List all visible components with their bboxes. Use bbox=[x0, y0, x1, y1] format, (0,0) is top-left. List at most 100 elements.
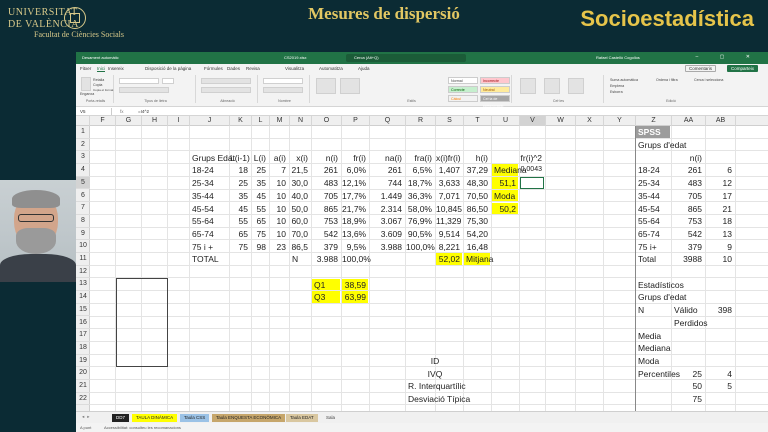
table-header-cell[interactable]: fr(i) bbox=[342, 152, 368, 164]
table-cell[interactable]: 379 bbox=[312, 241, 340, 253]
table-cell[interactable]: 58,0% bbox=[406, 203, 434, 215]
column-header[interactable]: N bbox=[290, 116, 312, 126]
column-header[interactable]: M bbox=[270, 116, 290, 126]
column-header[interactable]: O bbox=[312, 116, 342, 126]
fx-icon[interactable]: fx bbox=[120, 108, 124, 115]
spss-category[interactable]: 75 i+ bbox=[636, 241, 670, 253]
n-label[interactable]: N bbox=[290, 253, 310, 265]
spss-percent[interactable]: 9 bbox=[706, 241, 734, 253]
table-cell[interactable]: 11,329 bbox=[436, 215, 462, 227]
column-header[interactable]: I bbox=[168, 116, 190, 126]
sheet-tab[interactable]: Taula EDAT bbox=[286, 414, 318, 422]
table-header-cell[interactable]: x(i) bbox=[290, 152, 310, 164]
sort-filter-button[interactable]: Ordena i filtra bbox=[656, 78, 678, 82]
spss-category[interactable]: 35-44 bbox=[636, 190, 670, 202]
table-cell[interactable]: 65-74 bbox=[190, 228, 228, 240]
row-header[interactable]: 19 bbox=[76, 355, 90, 368]
table-cell[interactable]: 100,0% bbox=[406, 241, 435, 253]
table-cell[interactable]: 18,7% bbox=[406, 177, 434, 189]
table-cell[interactable]: 18-24 bbox=[190, 164, 228, 176]
menu-tab-1[interactable]: Inici bbox=[97, 66, 106, 72]
measure-label[interactable]: ID bbox=[406, 355, 462, 367]
row-header[interactable]: 7 bbox=[76, 202, 90, 215]
column-header[interactable]: F bbox=[90, 116, 116, 126]
table-cell[interactable]: 10 bbox=[270, 177, 288, 189]
table-cell[interactable]: 6,0% bbox=[342, 164, 368, 176]
menu-tab-0[interactable]: Fitxer bbox=[80, 66, 91, 71]
spss-count[interactable]: 753 bbox=[672, 215, 704, 227]
spss-percent[interactable]: 6 bbox=[706, 164, 734, 176]
spss-category[interactable]: 25-34 bbox=[636, 177, 670, 189]
row-header[interactable]: 15 bbox=[76, 304, 90, 317]
comments-button[interactable]: Comentaris bbox=[684, 65, 716, 72]
menu-tab-6[interactable]: Revisa bbox=[246, 66, 260, 71]
table-cell[interactable]: 9,514 bbox=[436, 228, 462, 240]
selected-cell[interactable] bbox=[520, 177, 544, 189]
measure-label[interactable]: Desviació Típica bbox=[406, 393, 470, 405]
table-cell[interactable]: 10 bbox=[270, 228, 288, 240]
table-cell[interactable]: 37,29 bbox=[464, 164, 490, 176]
spss-valid-value[interactable]: 398 bbox=[706, 304, 734, 316]
style-good[interactable]: Correcte bbox=[448, 86, 478, 93]
table-cell[interactable]: 10 bbox=[270, 203, 288, 215]
merge-buttons[interactable] bbox=[201, 87, 251, 93]
menu-tab-7[interactable]: Visualitza bbox=[285, 66, 304, 71]
spss-percent[interactable]: 18 bbox=[706, 215, 734, 227]
number-format-select[interactable] bbox=[263, 78, 303, 84]
mode-value[interactable]: 50,2 bbox=[492, 202, 518, 215]
mean-label[interactable]: Mitjana bbox=[464, 253, 493, 265]
table-header-cell[interactable]: fra(i) bbox=[406, 152, 434, 164]
fr2-header[interactable]: fr(i)^2 bbox=[520, 152, 544, 164]
table-cell[interactable]: 7 bbox=[270, 164, 288, 176]
column-header[interactable]: R bbox=[406, 116, 436, 126]
column-header[interactable]: P bbox=[342, 116, 370, 126]
sheet-tab[interactable]: Sala bbox=[322, 414, 340, 422]
table-cell[interactable]: 25-34 bbox=[190, 177, 228, 189]
q3-label[interactable]: Q3 bbox=[312, 291, 340, 304]
spss-count[interactable]: 261 bbox=[672, 164, 704, 176]
table-cell[interactable]: 30,0 bbox=[290, 177, 310, 189]
table-cell[interactable]: 60,0 bbox=[290, 215, 310, 227]
spss-percent[interactable]: 12 bbox=[706, 177, 734, 189]
table-cell[interactable]: 21,7% bbox=[342, 203, 368, 215]
table-header-cell[interactable]: Grups Edat bbox=[190, 152, 235, 164]
row-header[interactable]: 10 bbox=[76, 240, 90, 253]
find-select-button[interactable]: Cerca i selecciona bbox=[694, 78, 723, 82]
table-cell[interactable]: 36,3% bbox=[406, 190, 434, 202]
format-as-table-icon[interactable] bbox=[340, 78, 360, 94]
sheet-nav-arrows[interactable]: ◂▸ bbox=[82, 414, 93, 420]
table-cell[interactable]: 86,50 bbox=[464, 203, 490, 215]
table-cell[interactable]: 6,5% bbox=[406, 164, 434, 176]
table-header-cell[interactable]: L(i-1) bbox=[230, 152, 250, 164]
table-cell[interactable]: 55-64 bbox=[190, 215, 228, 227]
spss-p50[interactable]: 50 bbox=[672, 380, 704, 392]
total-fr[interactable]: 100,0% bbox=[342, 253, 371, 265]
table-cell[interactable]: 9,5% bbox=[342, 241, 368, 253]
cut-button[interactable]: Retalla bbox=[93, 78, 104, 82]
menu-tab-2[interactable]: Insereix bbox=[108, 66, 124, 71]
table-cell[interactable]: 45 bbox=[230, 203, 250, 215]
table-cell[interactable]: 35 bbox=[252, 177, 268, 189]
q1-label[interactable]: Q1 bbox=[312, 278, 340, 291]
table-cell[interactable]: 55 bbox=[252, 203, 268, 215]
table-cell[interactable]: 3.067 bbox=[370, 215, 404, 227]
table-cell[interactable]: 3.609 bbox=[370, 228, 404, 240]
font-family-select[interactable] bbox=[119, 78, 159, 84]
copy-button[interactable]: Copia bbox=[93, 83, 102, 87]
menu-tab-4[interactable]: Fórmules bbox=[204, 66, 223, 71]
column-header[interactable]: H bbox=[142, 116, 168, 126]
table-cell[interactable]: 865 bbox=[312, 203, 340, 215]
table-cell[interactable]: 75 i + bbox=[190, 241, 228, 253]
row-header[interactable]: 5 bbox=[76, 176, 90, 190]
spss-median-label[interactable]: Mediana bbox=[636, 342, 671, 354]
column-header[interactable]: Y bbox=[604, 116, 636, 126]
table-cell[interactable]: 753 bbox=[312, 215, 340, 227]
table-cell[interactable]: 10 bbox=[270, 215, 288, 227]
paste-icon[interactable] bbox=[81, 77, 91, 91]
spss-n-label[interactable]: N bbox=[636, 304, 670, 316]
table-cell[interactable]: 45 bbox=[252, 190, 268, 202]
spss-count[interactable]: 705 bbox=[672, 190, 704, 202]
total-n[interactable]: 3.988 bbox=[312, 253, 340, 265]
table-header-cell[interactable]: a(i) bbox=[270, 152, 288, 164]
style-normal[interactable]: Normal bbox=[448, 77, 478, 84]
